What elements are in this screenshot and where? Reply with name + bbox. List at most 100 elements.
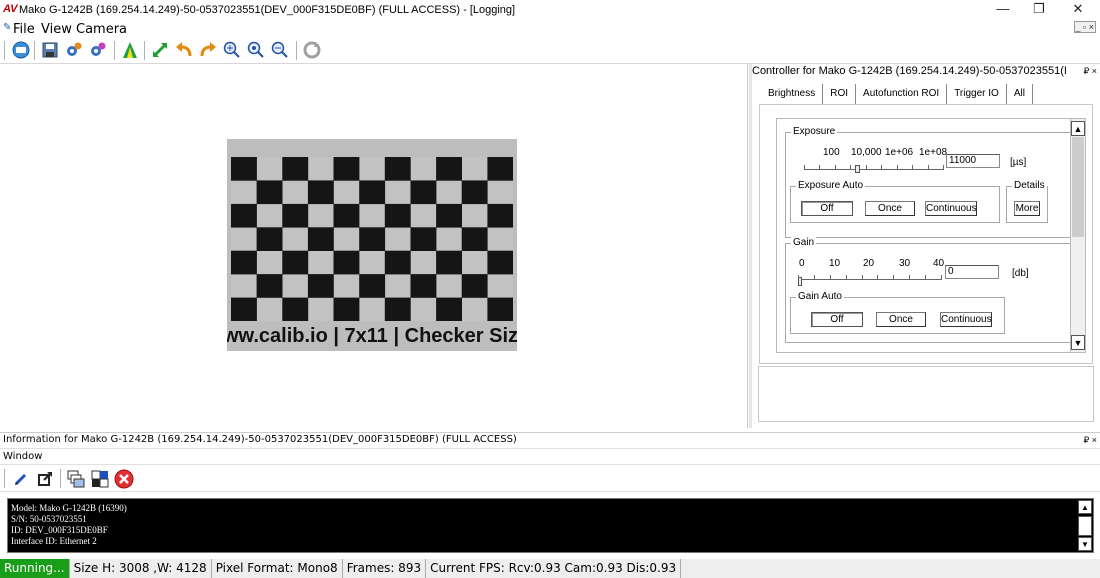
exposure-slider-thumb[interactable]	[855, 165, 860, 173]
info-window-menu: Window	[0, 448, 1100, 463]
menu-file[interactable]: File	[13, 22, 35, 37]
image-viewer[interactable]: ww.calib.io | 7x11 | Checker Size: 4 m	[0, 64, 748, 428]
tab-roi[interactable]: ROI	[823, 84, 857, 104]
console-line: S/N: 50-0537023551	[11, 514, 87, 524]
scroll-thumb[interactable]	[1072, 137, 1084, 237]
mdi-window-controls[interactable]: _ ▫ ×	[1073, 21, 1096, 33]
console-line: ID: DEV_000F315DE0BF	[11, 525, 108, 535]
scroll-up-icon[interactable]: ▲	[1078, 500, 1092, 514]
scroll-down-icon[interactable]: ▼	[1078, 537, 1092, 551]
checker-square	[384, 203, 411, 228]
rotate-right-icon[interactable]	[198, 40, 218, 60]
toolbar-separator	[4, 469, 5, 488]
controller-tabs: Brightness ROI Autofunction ROI Trigger …	[761, 84, 1033, 104]
slider-tick	[804, 165, 805, 169]
camera-reload-icon[interactable]	[11, 40, 31, 60]
checker-square	[436, 203, 462, 228]
exposure-value-field[interactable]: 11000	[946, 154, 1000, 168]
open-window-icon[interactable]	[35, 469, 55, 489]
exposure-auto-off-button[interactable]: Off	[801, 201, 853, 216]
fit-window-icon[interactable]	[150, 40, 170, 60]
refresh-icon[interactable]	[302, 40, 322, 60]
checker-square	[282, 157, 309, 181]
console-scroll-thumb[interactable]	[1078, 516, 1092, 536]
exposure-auto-continuous-button[interactable]: Continuous	[925, 201, 977, 216]
tab-brightness[interactable]: Brightness	[761, 84, 824, 104]
scroll-up-icon[interactable]: ▲	[1071, 121, 1085, 136]
title-bar: AV Mako G-1242B (169.254.14.249)-50-0537…	[0, 0, 1100, 20]
toolbar-separator	[60, 469, 61, 488]
tile-windows-icon[interactable]	[90, 469, 110, 489]
brightness-scrollbar[interactable]: ▲ ▼	[1070, 118, 1086, 353]
exposure-tick-label: 1e+06	[885, 147, 914, 158]
slider-tick	[862, 275, 863, 279]
slider-tick	[798, 275, 799, 279]
close-all-icon[interactable]	[114, 469, 134, 489]
info-panel-title: Information for Mako G-1242B (169.254.14…	[3, 434, 517, 445]
checker-square	[231, 297, 257, 321]
brightness-scroll-area: Exposure 100 10,000 1e+06 1e+08 11000 [µ…	[776, 118, 1076, 353]
tab-trigger-io[interactable]: Trigger IO	[947, 84, 1007, 104]
checker-square	[410, 227, 437, 251]
info-console[interactable]: Model: Mako G-1242B (16390) S/N: 50-0537…	[7, 498, 1094, 553]
settings-1-icon[interactable]	[64, 40, 84, 60]
controller-title: Controller for Mako G-1242B (169.254.14.…	[752, 65, 1067, 77]
histogram-icon[interactable]	[120, 40, 140, 60]
zoom-out-icon[interactable]	[270, 40, 290, 60]
slider-tick	[912, 165, 913, 169]
checker-square	[282, 203, 309, 228]
details-group: Details More	[1006, 180, 1048, 223]
exposure-slider[interactable]	[804, 159, 944, 173]
checker-square	[359, 274, 386, 298]
console-line: Interface ID: Ethernet 2	[11, 536, 97, 546]
close-button[interactable]: ✕	[1055, 1, 1100, 17]
info-toolbar	[0, 464, 1100, 492]
tab-all[interactable]: All	[1007, 84, 1033, 104]
rotate-left-icon[interactable]	[174, 40, 194, 60]
gain-slider[interactable]	[798, 268, 942, 286]
scroll-down-icon[interactable]: ▼	[1071, 335, 1085, 350]
zoom-fit-icon[interactable]	[246, 40, 266, 60]
exposure-legend: Exposure	[791, 126, 838, 137]
exposure-tick-label: 100	[823, 147, 840, 158]
checker-square	[487, 297, 513, 321]
exposure-group: Exposure 100 10,000 1e+06 1e+08 11000 [µ…	[785, 126, 1075, 238]
checker-square	[461, 180, 488, 205]
mdi-child-icon[interactable]: ✎	[3, 22, 11, 33]
menu-view[interactable]: View	[41, 22, 72, 37]
tab-autofunction-roi[interactable]: Autofunction ROI	[856, 84, 948, 104]
console-scrollbar[interactable]: ▲ ▼	[1078, 500, 1092, 551]
cascade-windows-icon[interactable]	[66, 469, 86, 489]
checker-square	[333, 157, 360, 181]
checker-square	[436, 297, 462, 321]
gain-auto-continuous-button[interactable]: Continuous	[940, 312, 992, 327]
status-size: Size H: 3008 ,W: 4128	[70, 559, 212, 578]
console-line: Model: Mako G-1242B (16390)	[11, 503, 127, 513]
gain-value-field[interactable]: 0	[945, 265, 999, 279]
checker-square	[410, 180, 437, 205]
menu-bar: ✎ File View Camera	[0, 20, 1100, 37]
menu-camera[interactable]: Camera	[76, 22, 127, 37]
main-toolbar	[0, 37, 1100, 64]
menu-window[interactable]: Window	[3, 451, 42, 462]
gain-unit: [db]	[1012, 268, 1029, 279]
details-more-button[interactable]: More	[1014, 201, 1040, 216]
save-icon[interactable]	[40, 40, 60, 60]
gain-legend: Gain	[791, 237, 817, 248]
gain-auto-once-button[interactable]: Once	[876, 312, 926, 327]
controller-panel: Controller for Mako G-1242B (169.254.14.…	[752, 64, 1100, 428]
controller-panel-controls[interactable]: ₽ ×	[1081, 66, 1097, 77]
exposure-tick-label: 10,000	[851, 147, 882, 158]
checker-square	[256, 180, 283, 205]
exposure-auto-once-button[interactable]: Once	[865, 201, 915, 216]
slider-tick	[819, 165, 820, 169]
checker-square	[333, 250, 360, 275]
settings-2-icon[interactable]	[88, 40, 108, 60]
checker-square	[307, 180, 334, 205]
gain-auto-off-button[interactable]: Off	[811, 312, 863, 327]
exposure-tick-label: 1e+08	[919, 147, 948, 158]
info-panel-controls[interactable]: ₽ ×	[1084, 435, 1097, 446]
zoom-in-icon[interactable]	[222, 40, 242, 60]
pencil-icon[interactable]	[11, 469, 31, 489]
slider-tick	[893, 275, 894, 279]
